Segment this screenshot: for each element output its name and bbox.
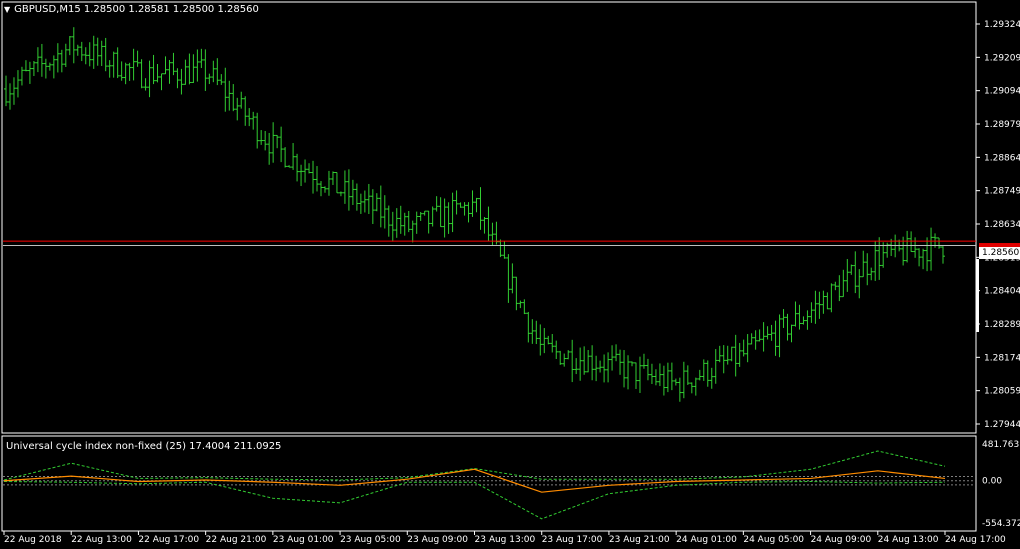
time-label: 22 Aug 13:00	[71, 535, 132, 545]
time-label: 23 Aug 21:00	[609, 535, 670, 545]
time-label: 23 Aug 09:00	[407, 535, 468, 545]
price-label: 1.28749	[984, 187, 1020, 197]
price-label: 1.28174	[984, 353, 1020, 363]
price-label: 1.29324	[984, 20, 1020, 30]
time-label: 23 Aug 13:00	[475, 535, 536, 545]
price-label: 1.29094	[984, 87, 1020, 97]
indicator-title: Universal cycle index non-fixed (25) 17.…	[6, 441, 282, 452]
price-label: 1.28059	[984, 387, 1020, 397]
time-label: 24 Aug 01:00	[676, 535, 737, 545]
time-label: 23 Aug 17:00	[542, 535, 603, 545]
price-label: 1.28289	[984, 320, 1020, 330]
time-label: 22 Aug 21:00	[206, 535, 267, 545]
price-label: 1.28864	[984, 153, 1020, 163]
indicator-label: 0.00	[982, 477, 1002, 487]
time-label: 24 Aug 05:00	[743, 535, 804, 545]
main-chart-frame	[1, 1, 977, 434]
price-label: 1.29209	[984, 53, 1020, 63]
symbol-header: ▼ GBPUSD,M15 1.28500 1.28581 1.28500 1.2…	[4, 4, 259, 15]
indicator-upper-band	[3, 450, 946, 481]
time-label: 24 Aug 13:00	[878, 535, 939, 545]
triangle-down-icon[interactable]: ▼	[4, 5, 10, 15]
price-label: 1.28979	[984, 120, 1020, 130]
chart-canvas[interactable]: 1.29324 1.29209 1.29094 1.28979 1.28864 1.287…	[0, 0, 1020, 549]
time-label: 22 Aug 17:00	[138, 535, 199, 545]
symbol-ohlc-text: GBPUSD,M15 1.28500 1.28581 1.28500 1.285…	[14, 4, 259, 15]
time-axis: 22 Aug 2018 22 Aug 13:00 22 Aug 17:00 22 Au…	[3, 531, 1006, 545]
time-label: 23 Aug 01:00	[273, 535, 334, 545]
time-label: 23 Aug 05:00	[340, 535, 401, 545]
indicator-label: -554.3726	[982, 519, 1020, 529]
time-label: 22 Aug 2018	[4, 535, 62, 545]
current-price-tag: 1.28560	[979, 247, 1020, 259]
price-label: 1.28404	[984, 287, 1020, 297]
time-label: 24 Aug 09:00	[811, 535, 872, 545]
price-label: 1.28634	[984, 220, 1020, 230]
indicator-label: 481.7631	[982, 440, 1020, 450]
indicator-lower-band	[3, 480, 946, 520]
price-axis: 1.29324 1.29209 1.29094 1.28979 1.28864 1.287…	[976, 20, 1020, 430]
price-scale-marker	[976, 259, 979, 332]
time-label: 24 Aug 17:00	[945, 535, 1006, 545]
price-label: 1.27944	[984, 420, 1020, 430]
indicator-axis: 481.7631 0.00 -554.3726	[982, 440, 1020, 529]
price-bars	[4, 27, 946, 402]
